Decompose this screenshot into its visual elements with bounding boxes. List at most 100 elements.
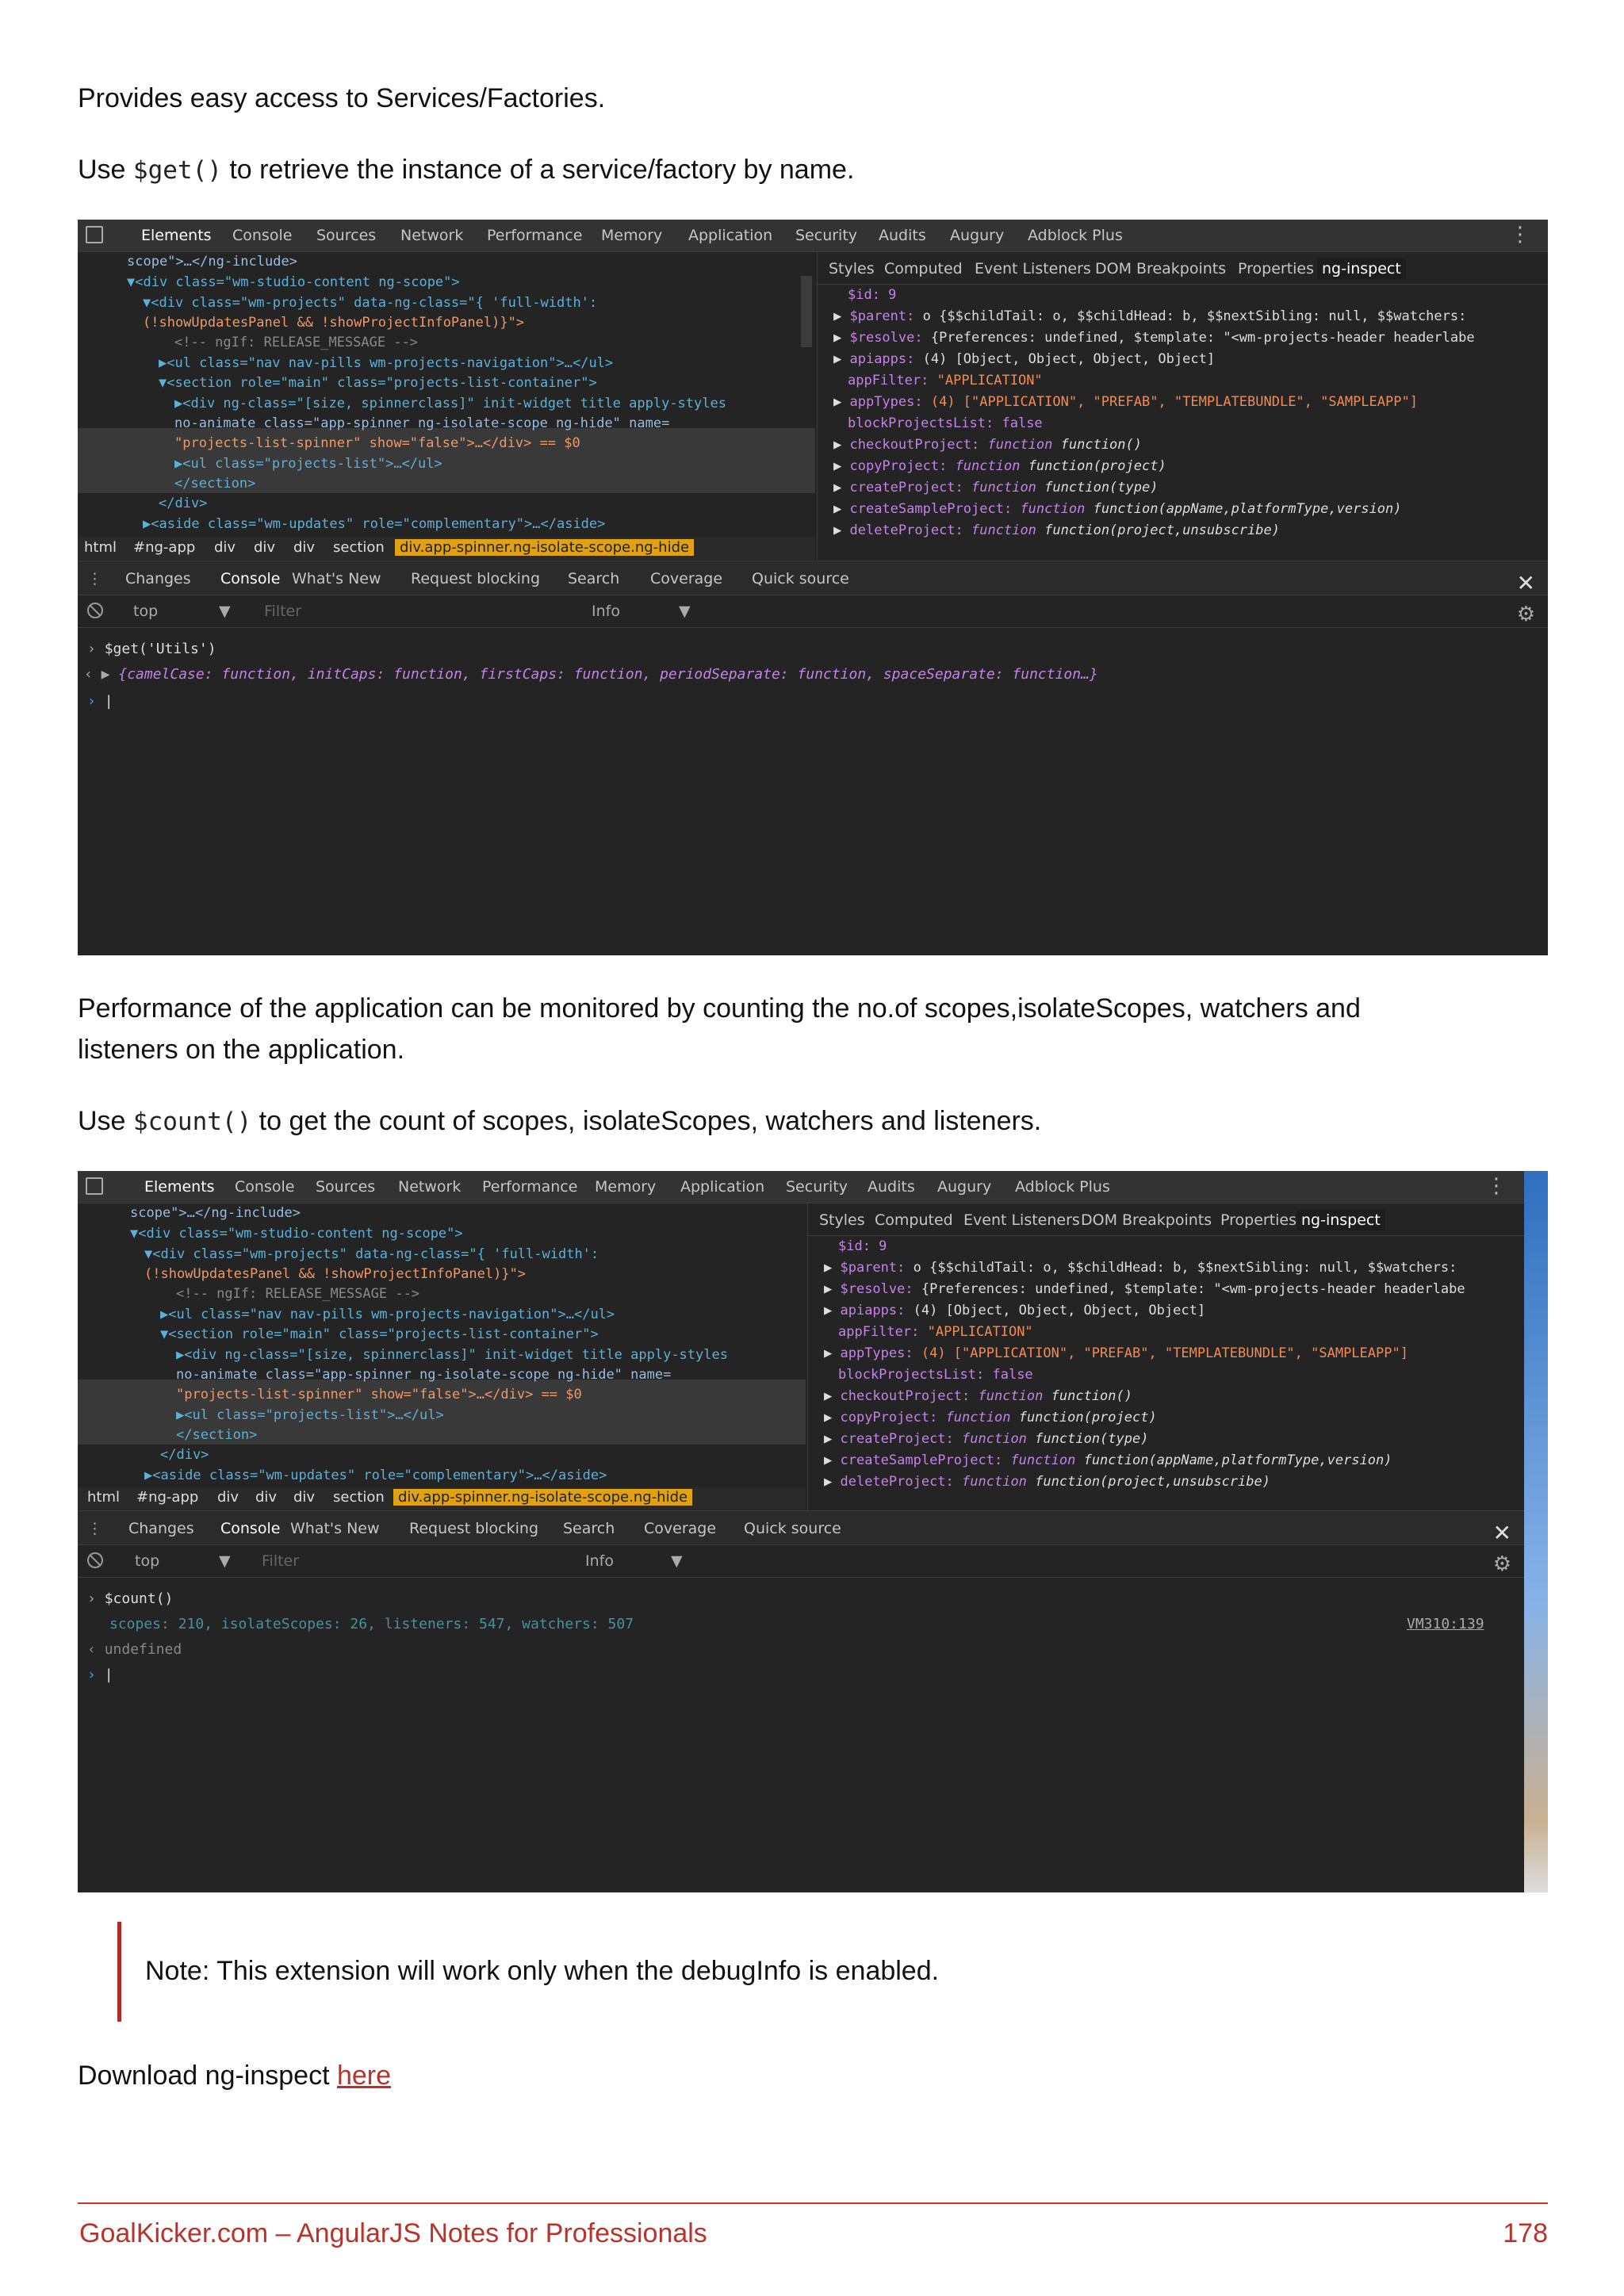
dom-line[interactable]: ▶<ul class="projects-list">…</ul> — [176, 1407, 444, 1423]
tab-application[interactable]: Application — [680, 1171, 764, 1203]
download-link[interactable]: here — [337, 2061, 391, 2091]
prop-apiapps[interactable]: ▶ apiapps: (4) [Object, Object, Object, … — [824, 1303, 1205, 1318]
dom-line[interactable]: </section> — [176, 1427, 257, 1443]
footer-title[interactable]: GoalKicker.com – AngularJS Notes for Pro… — [79, 2218, 707, 2249]
tab-augury[interactable]: Augury — [950, 220, 1004, 251]
drawer-tab-whats-new[interactable]: What's New — [292, 570, 381, 587]
prop-apptypes[interactable]: ▶ appTypes: (4) ["APPLICATION", "PREFAB"… — [833, 394, 1418, 410]
drawer-tab-console[interactable]: Console — [220, 1520, 280, 1537]
prop-resolve[interactable]: ▶ $resolve: {Preferences: undefined, $te… — [824, 1281, 1465, 1297]
tab-augury[interactable]: Augury — [937, 1171, 991, 1203]
breadcrumb-item[interactable]: div — [254, 539, 275, 556]
tab-memory[interactable]: Memory — [595, 1171, 656, 1203]
source-link[interactable]: VM310:139 — [1407, 1616, 1484, 1632]
filter-input[interactable]: Filter — [264, 603, 301, 620]
breadcrumb-item[interactable]: html — [87, 1489, 120, 1506]
tab-properties[interactable]: Properties — [1238, 260, 1314, 277]
prop-parent[interactable]: ▶ $parent: o {$$childTail: o, $$childHea… — [833, 308, 1466, 324]
prop-apiapps[interactable]: ▶ apiapps: (4) [Object, Object, Object, … — [833, 351, 1215, 367]
tab-styles[interactable]: Styles — [819, 1211, 865, 1229]
tab-event-listeners[interactable]: Event Listeners — [963, 1211, 1080, 1229]
tab-console[interactable]: Console — [232, 220, 292, 251]
tab-adblock-plus[interactable]: Adblock Plus — [1028, 220, 1123, 251]
tab-performance[interactable]: Performance — [482, 1171, 577, 1203]
close-icon[interactable]: ✕ — [1493, 1520, 1511, 1546]
tab-performance[interactable]: Performance — [487, 220, 582, 251]
breadcrumb-active[interactable]: div.app-spinner.ng-isolate-scope.ng-hide — [393, 1489, 693, 1506]
dom-line[interactable]: </div> — [159, 496, 207, 511]
dom-line[interactable]: (!showUpdatesPanel && !showProjectInfoPa… — [143, 315, 524, 331]
breadcrumb-item[interactable]: div — [293, 1489, 315, 1506]
drawer-menu-icon[interactable]: ⋮ — [87, 1520, 102, 1537]
dom-line-selected[interactable]: ▶<div ng-class="[size, spinnerclass]" in… — [176, 1347, 728, 1363]
drawer-tab-request-blocking[interactable]: Request blocking — [411, 570, 540, 587]
tab-dom-breakpoints[interactable]: DOM Breakpoints — [1095, 260, 1226, 277]
prop-checkout[interactable]: ▶ checkoutProject: function function() — [833, 437, 1142, 453]
dom-line[interactable]: ▼<section role="main" class="projects-li… — [160, 1326, 599, 1342]
breadcrumb-item[interactable]: section — [333, 1489, 385, 1506]
tab-adblock-plus[interactable]: Adblock Plus — [1015, 1171, 1110, 1203]
breadcrumb-item[interactable]: #ng-app — [133, 539, 195, 556]
drawer-menu-icon[interactable]: ⋮ — [87, 570, 102, 587]
gear-icon[interactable]: ⚙ — [1517, 603, 1535, 626]
tab-security[interactable]: Security — [786, 1171, 848, 1203]
tab-security[interactable]: Security — [795, 220, 857, 251]
chevron-down-icon[interactable]: ▼ — [671, 1552, 683, 1570]
tab-audits[interactable]: Audits — [879, 220, 926, 251]
chevron-down-icon[interactable]: ▼ — [219, 1552, 231, 1570]
inspect-element-icon[interactable] — [86, 1177, 103, 1195]
gear-icon[interactable]: ⚙ — [1493, 1552, 1511, 1576]
drawer-tab-coverage[interactable]: Coverage — [644, 1520, 716, 1537]
console-prompt[interactable]: › | — [87, 1667, 113, 1683]
breadcrumb-item[interactable]: div — [255, 1489, 277, 1506]
tab-network[interactable]: Network — [398, 1171, 461, 1203]
dom-line[interactable]: </div> — [160, 1447, 209, 1463]
chevron-down-icon[interactable]: ▼ — [219, 603, 231, 620]
tab-sources[interactable]: Sources — [316, 220, 376, 251]
context-select[interactable]: top — [133, 603, 158, 620]
drawer-tab-search[interactable]: Search — [568, 570, 619, 587]
dom-line[interactable]: (!showUpdatesPanel && !showProjectInfoPa… — [144, 1266, 526, 1282]
dom-line-selected[interactable]: "projects-list-spinner" show="false">…</… — [174, 435, 580, 451]
breadcrumb-active[interactable]: div.app-spinner.ng-isolate-scope.ng-hide — [395, 539, 695, 556]
drawer-tab-changes[interactable]: Changes — [128, 1520, 194, 1537]
prop-resolve[interactable]: ▶ $resolve: {Preferences: undefined, $te… — [833, 330, 1475, 346]
dom-line[interactable]: scope">…</ng-include> — [130, 1205, 301, 1221]
dom-line-selected[interactable]: "projects-list-spinner" show="false">…</… — [176, 1387, 582, 1402]
dom-line[interactable]: </section> — [174, 476, 255, 492]
tab-dom-breakpoints[interactable]: DOM Breakpoints — [1081, 1211, 1212, 1229]
console-prompt[interactable]: › | — [87, 693, 113, 710]
tab-audits[interactable]: Audits — [868, 1171, 915, 1203]
tab-ng-inspect[interactable]: ng-inspect — [1297, 1210, 1385, 1230]
tab-sources[interactable]: Sources — [316, 1171, 375, 1203]
dom-line[interactable]: ▼<div class="wm-projects" data-ng-class=… — [144, 1246, 599, 1262]
chevron-down-icon[interactable]: ▼ — [679, 603, 691, 620]
breadcrumb-item[interactable]: html — [84, 539, 117, 556]
breadcrumb-item[interactable]: section — [333, 539, 385, 556]
tab-styles[interactable]: Styles — [829, 260, 875, 277]
level-select[interactable]: Info — [585, 1552, 614, 1570]
context-select[interactable]: top — [135, 1552, 159, 1570]
tab-console[interactable]: Console — [235, 1171, 294, 1203]
tab-computed[interactable]: Computed — [884, 260, 963, 277]
tab-elements[interactable]: Elements — [141, 220, 212, 251]
prop-delete[interactable]: ▶ deleteProject: function function(proje… — [824, 1474, 1270, 1490]
tab-properties[interactable]: Properties — [1220, 1211, 1297, 1229]
dom-line[interactable]: ▶<aside class="wm-updates" role="complem… — [143, 516, 605, 532]
more-options-icon[interactable]: ⋮ — [1510, 224, 1530, 245]
tab-computed[interactable]: Computed — [875, 1211, 953, 1229]
prop-create[interactable]: ▶ createProject: function function(type) — [833, 480, 1158, 496]
tab-elements[interactable]: Elements — [144, 1171, 215, 1203]
dom-line[interactable]: ▼<div class="wm-studio-content ng-scope"… — [127, 274, 460, 290]
breadcrumb-item[interactable]: div — [214, 539, 236, 556]
more-options-icon[interactable]: ⋮ — [1486, 1176, 1507, 1196]
prop-create[interactable]: ▶ createProject: function function(type) — [824, 1431, 1148, 1447]
dom-line-selected[interactable]: no-animate class="app-spinner ng-isolate… — [176, 1367, 671, 1383]
breadcrumb-item[interactable]: #ng-app — [136, 1489, 198, 1506]
breadcrumb-item[interactable]: div — [217, 1489, 239, 1506]
drawer-tab-coverage[interactable]: Coverage — [650, 570, 722, 587]
dom-line[interactable]: ▶<aside class="wm-updates" role="complem… — [144, 1468, 607, 1483]
drawer-tab-quick-source[interactable]: Quick source — [752, 570, 849, 587]
tab-network[interactable]: Network — [400, 220, 463, 251]
drawer-tab-search[interactable]: Search — [563, 1520, 615, 1537]
